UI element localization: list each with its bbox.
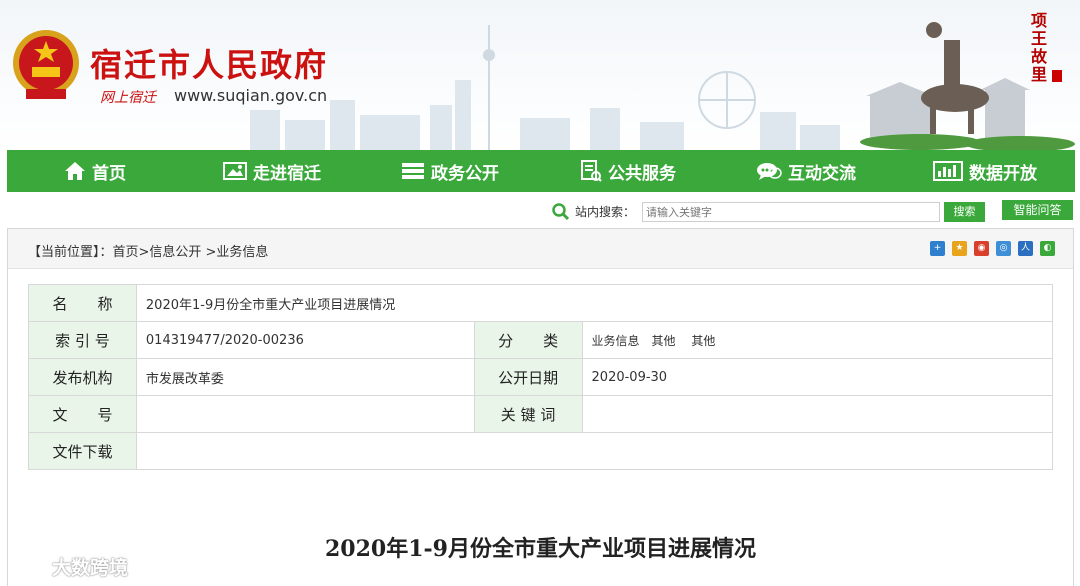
category-label: 分 类 (473, 321, 583, 359)
renren-icon[interactable]: 人 (1018, 241, 1033, 256)
date-label: 公开日期 (473, 358, 583, 396)
nav-item-open-data[interactable]: 数据开放 (895, 150, 1075, 192)
site-title[interactable]: 宿迁市人民政府 (90, 40, 328, 86)
breadcrumb[interactable]: 【当前位置】：首页>信息公开 >业务信息 (28, 241, 268, 260)
nav-item-home[interactable]: 首页 (7, 150, 183, 192)
chat-icon (757, 163, 782, 180)
stack-icon (402, 163, 424, 179)
nav-label: 互动交流 (788, 163, 856, 184)
table-row: 文件下载 (28, 432, 1054, 470)
picture-icon (223, 162, 247, 180)
site-url[interactable]: www.suqian.gov.cn (174, 86, 327, 105)
nav-label: 公共服务 (608, 163, 676, 184)
table-row: 文 号 关 键 词 (28, 395, 1054, 433)
red-seal-stamp (1052, 70, 1062, 82)
download-value[interactable] (135, 432, 1054, 470)
share-toolbar: + ★ ◉ ◎ 人 ◐ (923, 241, 1055, 256)
category-value: 业务信息 其他 其他 (581, 321, 1054, 359)
qzone-icon[interactable]: ★ (952, 241, 967, 256)
publisher-label: 发布机构 (28, 358, 137, 396)
table-row: 发布机构 市发展改革委 公开日期 2020-09-30 (28, 358, 1054, 396)
breadcrumb-bar: 【当前位置】：首页>信息公开 >业务信息 + ★ ◉ ◎ 人 ◐ (8, 229, 1073, 269)
plus-share-icon[interactable]: + (930, 241, 945, 256)
nav-label: 政务公开 (431, 163, 499, 184)
info-table: 名 称 2020年1-9月份全市重大产业项目进展情况 索 引 号 0143194… (28, 284, 1054, 470)
search-button[interactable]: 搜索 (944, 202, 985, 222)
nav-label: 走进宿迁 (253, 163, 321, 184)
download-label: 文件下载 (28, 432, 137, 470)
docno-label: 文 号 (28, 395, 137, 433)
qq-icon[interactable]: ◎ (996, 241, 1011, 256)
main-nav: 首页 走进宿迁 政务公开 公共服务 互动交流 数据开放 (7, 150, 1075, 192)
search-input[interactable] (642, 202, 940, 222)
document-title: 2020年1-9月份全市重大产业项目进展情况 (325, 536, 756, 562)
name-label: 名 称 (28, 284, 137, 322)
page: 宿迁市人民政府 网上宿迁 www.suqian.gov.cn 项王故里 首页 走… (0, 0, 1080, 586)
table-row: 名 称 2020年1-9月份全市重大产业项目进展情况 (28, 284, 1054, 322)
search-bar: 站内搜索： 搜索 智能问答 (0, 199, 1080, 225)
keywords-label: 关 键 词 (473, 395, 583, 433)
index-label: 索 引 号 (28, 321, 137, 359)
nav-item-public-service[interactable]: 公共服务 (539, 150, 717, 192)
docno-value (135, 395, 475, 433)
nav-label: 首页 (92, 163, 126, 184)
nav-item-gov-affairs[interactable]: 政务公开 (361, 150, 539, 192)
site-header: 宿迁市人民政府 网上宿迁 www.suqian.gov.cn 项王故里 (0, 0, 1080, 150)
watermark: 大数跨境 (10, 553, 128, 580)
index-value: 014319477/2020-00236 (135, 321, 475, 359)
nav-item-interaction[interactable]: 互动交流 (717, 150, 895, 192)
data-icon (933, 161, 963, 181)
search-icon (552, 203, 570, 221)
seal-calligraphy: 项王故里 (1031, 11, 1048, 84)
national-emblem-logo (13, 30, 79, 99)
nav-label: 数据开放 (969, 163, 1037, 184)
table-row: 索 引 号 014319477/2020-00236 分 类 业务信息 其他 其… (28, 321, 1054, 359)
smart-qa-button[interactable]: 智能问答 (1002, 200, 1073, 220)
nav-item-about[interactable]: 走进宿迁 (183, 150, 361, 192)
site-subtitle: 网上宿迁 (100, 90, 156, 106)
wechat-icon[interactable]: ◐ (1040, 241, 1055, 256)
content-panel: 【当前位置】：首页>信息公开 >业务信息 + ★ ◉ ◎ 人 ◐ 名 称 202… (7, 228, 1074, 586)
weibo-icon[interactable]: ◉ (974, 241, 989, 256)
date-value: 2020-09-30 (581, 358, 1054, 396)
keywords-value (581, 395, 1054, 433)
home-icon (65, 162, 85, 180)
name-value: 2020年1-9月份全市重大产业项目进展情况 (135, 284, 1054, 322)
document-icon (581, 160, 602, 182)
watermark-logo-icon (12, 557, 46, 575)
watermark-text: 大数跨境 (52, 557, 129, 579)
search-label: 站内搜索： (575, 205, 636, 219)
publisher-value: 市发展改革委 (135, 358, 475, 396)
